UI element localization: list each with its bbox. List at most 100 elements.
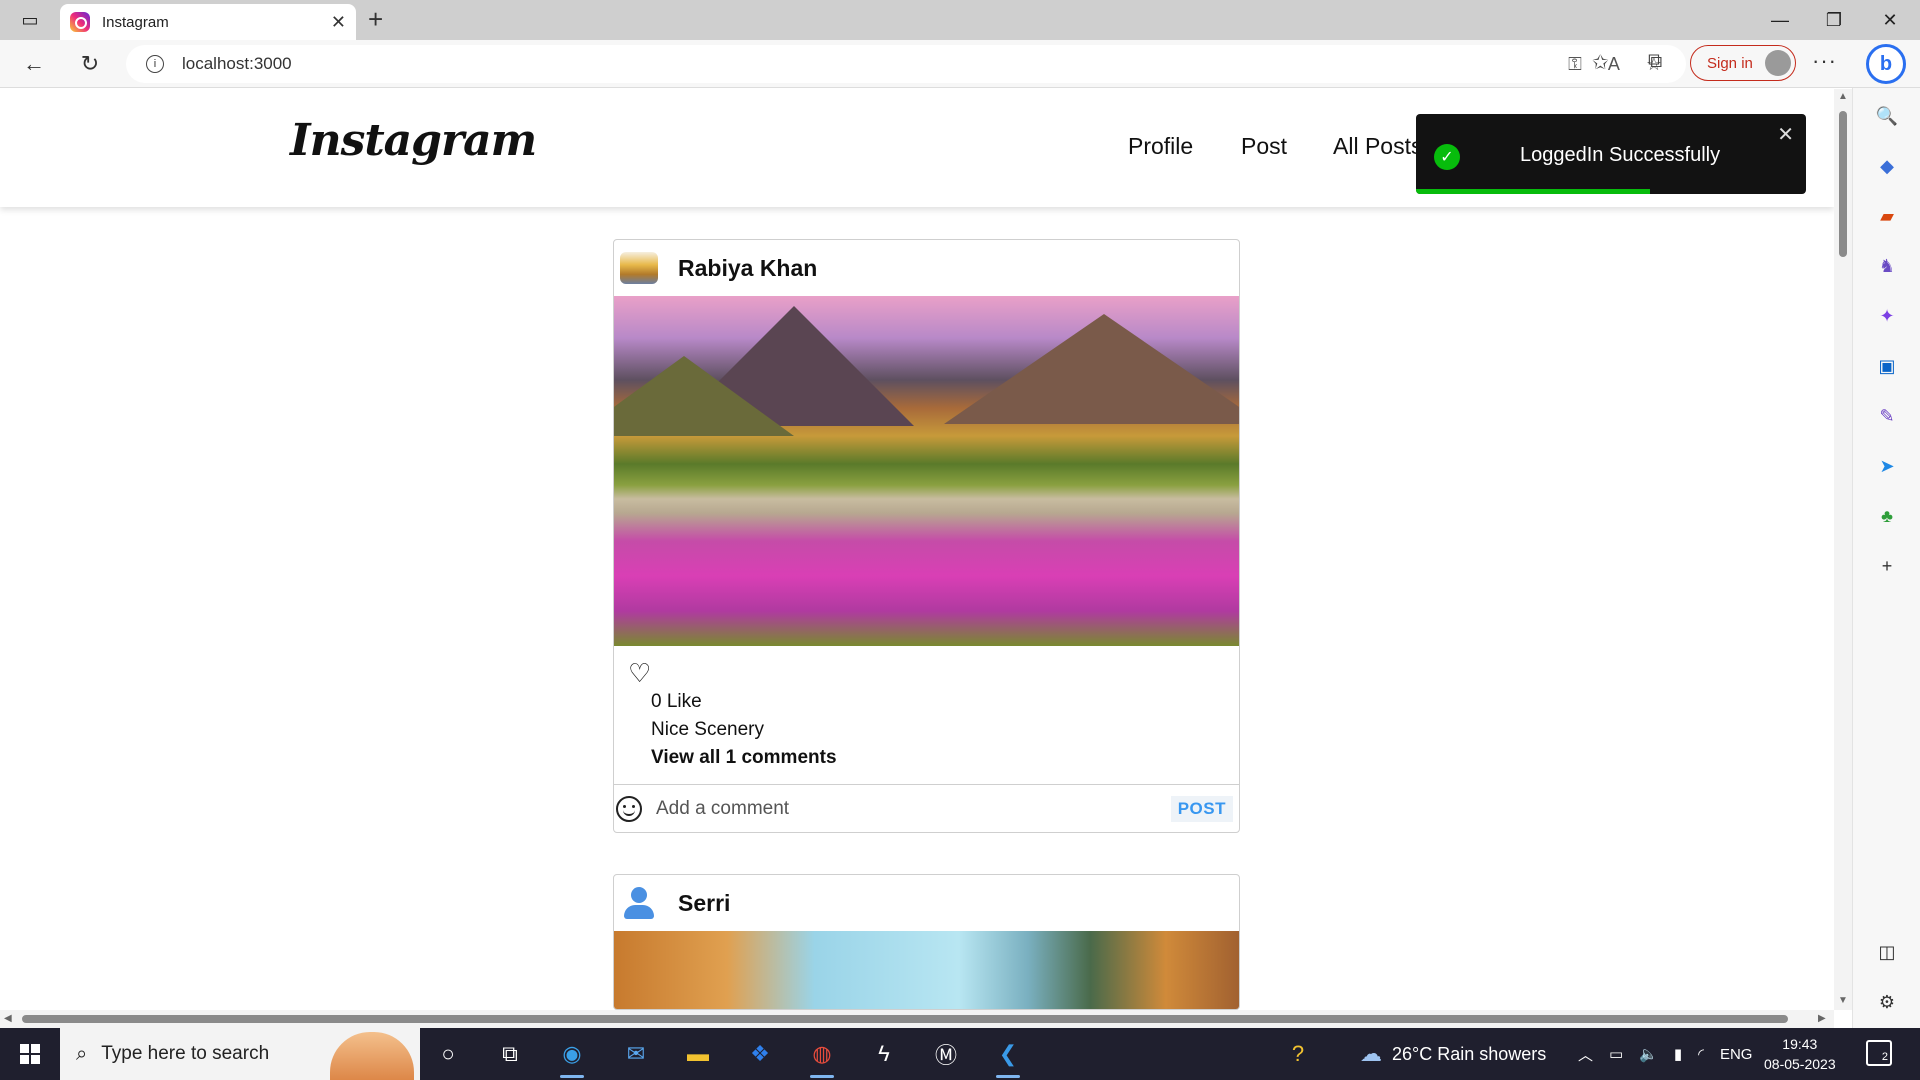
- clock-date: 08-05-2023: [1764, 1056, 1836, 1072]
- comment-bar: POST: [614, 784, 1239, 832]
- search-placeholder: Type here to search: [101, 1043, 270, 1064]
- profile-avatar-icon: [1765, 50, 1791, 76]
- outlook-icon[interactable]: ▣: [1875, 354, 1899, 378]
- notification-count: 2: [1881, 1051, 1888, 1063]
- browser-tab-strip: ▭ Instagram ✕ + — ❐ ✕: [0, 0, 1920, 40]
- minimize-icon[interactable]: —: [1752, 0, 1808, 40]
- post-card: Rabiya Khan ♡ 0 Like Nice Scenery View a…: [613, 239, 1240, 833]
- toast-progress-bar: [1416, 189, 1650, 194]
- scroll-up-icon[interactable]: ▲: [1838, 91, 1848, 102]
- tools-icon[interactable]: ▰: [1875, 204, 1899, 228]
- dropbox-icon[interactable]: ❖: [742, 1036, 778, 1072]
- favorites-icon[interactable]: ✩: [1592, 50, 1609, 75]
- scroll-down-icon[interactable]: ▼: [1838, 995, 1848, 1006]
- system-tray: ︿ ▭ 🔈 ▮ ◜ ENG: [1578, 1028, 1752, 1080]
- post-comment-button[interactable]: POST: [1170, 795, 1233, 822]
- site-info-icon[interactable]: i: [146, 55, 164, 73]
- toast-close-icon[interactable]: ✕: [1777, 122, 1794, 147]
- designer-icon[interactable]: ✎: [1875, 404, 1899, 428]
- language-indicator[interactable]: ENG: [1720, 1046, 1753, 1063]
- edge-icon[interactable]: ◉: [554, 1036, 590, 1078]
- chevron-up-icon[interactable]: ︿: [1578, 1044, 1593, 1065]
- post-username[interactable]: Rabiya Khan: [678, 255, 817, 282]
- heart-icon[interactable]: ♡: [628, 658, 651, 688]
- post-header: Rabiya Khan: [614, 240, 1239, 296]
- tab-actions-icon[interactable]: ▭: [2, 0, 58, 40]
- address-toolbar: ← ↻ i localhost:3000 ⚿ A ☆ ✩ ⧉ Sign in ·…: [0, 40, 1920, 88]
- nav-profile-link[interactable]: Profile: [1128, 133, 1193, 160]
- collections-icon[interactable]: ⧉: [1648, 50, 1662, 73]
- clock[interactable]: 19:43 08-05-2023: [1764, 1034, 1836, 1074]
- key-icon[interactable]: ⚿: [1568, 54, 1582, 75]
- speaker-icon[interactable]: 🔈: [1639, 1045, 1658, 1063]
- browser-tab[interactable]: Instagram ✕: [60, 4, 356, 40]
- battery-icon[interactable]: ▮: [1674, 1045, 1682, 1063]
- post-actions: ♡: [614, 646, 1239, 688]
- taskbar-search-box[interactable]: ⌕ Type here to search: [60, 1028, 420, 1080]
- post-body: 0 Like Nice Scenery View all 1 comments: [614, 688, 1239, 772]
- games-icon[interactable]: ♞: [1875, 254, 1899, 278]
- weather-widget[interactable]: ☁ 26°C Rain showers: [1360, 1028, 1546, 1080]
- horizontal-scroll-thumb[interactable]: [22, 1015, 1788, 1023]
- check-circle-icon: ✓: [1434, 144, 1460, 170]
- microsoft-365-icon[interactable]: ✦: [1875, 304, 1899, 328]
- start-button[interactable]: [0, 1028, 60, 1080]
- hide-sidebar-icon[interactable]: ◫: [1875, 940, 1899, 964]
- instagram-favicon-icon: [70, 12, 90, 32]
- add-sidebar-app-icon[interactable]: +: [1875, 554, 1899, 578]
- restore-icon[interactable]: ❐: [1806, 0, 1862, 40]
- address-bar[interactable]: i localhost:3000 ⚿ A ☆: [126, 45, 1686, 83]
- tree-icon[interactable]: ♣: [1875, 504, 1899, 528]
- window-close-icon[interactable]: ✕: [1862, 0, 1918, 40]
- comment-input[interactable]: [656, 797, 1171, 820]
- sidebar-settings-icon[interactable]: ⚙: [1875, 990, 1899, 1014]
- refresh-icon[interactable]: ↻: [74, 48, 106, 80]
- chrome-icon[interactable]: ◍: [804, 1036, 840, 1078]
- drop-icon[interactable]: ➤: [1875, 454, 1899, 478]
- post-image: [614, 296, 1239, 646]
- view-comments-link[interactable]: View all 1 comments: [651, 744, 1239, 772]
- file-explorer-icon[interactable]: ▬: [680, 1036, 716, 1072]
- more-options-icon[interactable]: ···: [1812, 48, 1837, 74]
- post-card: Serri: [613, 874, 1240, 1010]
- wifi-icon[interactable]: ◜: [1698, 1045, 1704, 1063]
- vertical-scrollbar[interactable]: ▲ ▼: [1834, 89, 1852, 1010]
- post-image: [614, 931, 1239, 1009]
- new-tab-icon[interactable]: +: [368, 4, 383, 35]
- search-icon[interactable]: 🔍: [1875, 104, 1899, 128]
- emoji-smile-icon[interactable]: [616, 795, 642, 822]
- user-avatar[interactable]: [620, 252, 658, 284]
- url-text: localhost:3000: [182, 54, 292, 73]
- clock-time: 19:43: [1782, 1036, 1818, 1052]
- search-highlight-image: [330, 1032, 414, 1080]
- vscode-icon[interactable]: ❮: [990, 1036, 1026, 1078]
- scroll-left-icon[interactable]: ◀: [4, 1013, 12, 1024]
- post-header: Serri: [614, 875, 1239, 931]
- success-toast[interactable]: ✓ LoggedIn Successfully ✕: [1416, 114, 1806, 194]
- nav-post-link[interactable]: Post: [1241, 133, 1287, 160]
- git-bash-icon[interactable]: ϟ: [866, 1036, 902, 1072]
- bing-copilot-icon[interactable]: b: [1866, 44, 1906, 84]
- windows-logo-icon: [20, 1044, 40, 1064]
- back-arrow-icon[interactable]: ←: [18, 48, 50, 80]
- read-aloud-icon[interactable]: A: [1608, 54, 1620, 75]
- post-caption: Nice Scenery: [651, 719, 764, 740]
- vertical-scroll-thumb[interactable]: [1839, 111, 1847, 257]
- mail-icon[interactable]: ✉: [618, 1036, 654, 1072]
- scroll-right-icon[interactable]: ▶: [1818, 1013, 1826, 1024]
- meet-now-icon[interactable]: ▭: [1609, 1045, 1623, 1063]
- user-avatar-icon[interactable]: [620, 884, 658, 922]
- tab-close-icon[interactable]: ✕: [331, 12, 346, 33]
- task-view-icon[interactable]: ⧉: [492, 1036, 528, 1072]
- site-logo[interactable]: Instagram: [290, 115, 537, 166]
- nav-all-posts-link[interactable]: All Posts: [1333, 133, 1422, 160]
- mongodb-compass-icon[interactable]: Ⓜ: [928, 1036, 964, 1072]
- shopping-tag-icon[interactable]: ◆: [1875, 154, 1899, 178]
- sign-in-button[interactable]: Sign in: [1690, 45, 1796, 81]
- cortana-icon[interactable]: ○: [430, 1036, 466, 1072]
- horizontal-scrollbar[interactable]: ◀ ▶: [0, 1010, 1834, 1028]
- notification-icon[interactable]: 2: [1866, 1040, 1892, 1066]
- page-viewport: Instagram Profile Post All Posts ✓ Logge…: [0, 89, 1834, 1010]
- help-icon[interactable]: ?: [1280, 1036, 1316, 1072]
- post-username[interactable]: Serri: [678, 890, 730, 917]
